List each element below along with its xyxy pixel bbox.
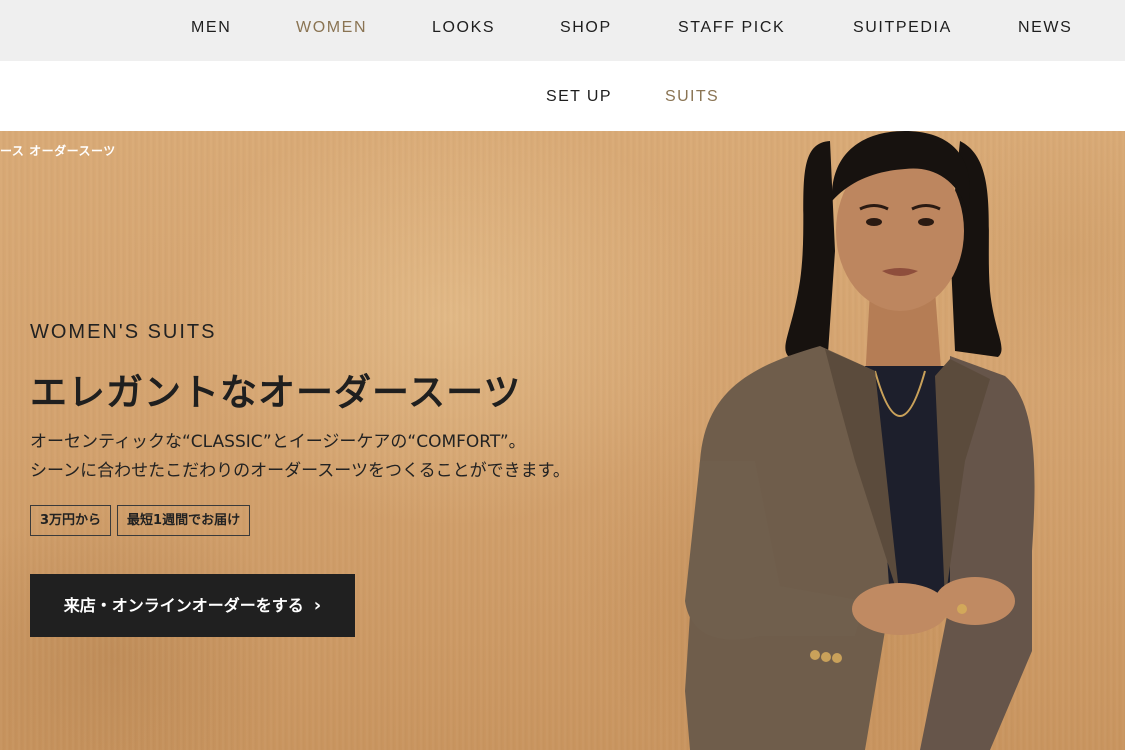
nav-item-news[interactable]: NEWS (1018, 0, 1072, 61)
nav-item-shop[interactable]: SHOP (560, 0, 612, 61)
order-cta-button[interactable]: 来店・オンラインオーダーをする › (30, 574, 355, 637)
top-nav: MEN WOMEN LOOKS SHOP STAFF PICK SUITPEDI… (0, 0, 1125, 61)
price-tag: 3万円から (30, 505, 112, 536)
nav-item-suitpedia[interactable]: SUITPEDIA (853, 0, 952, 61)
hero-headline: エレガントなオーダースーツ (30, 371, 522, 414)
nav-item-staff-pick[interactable]: STAFF PICK (678, 0, 785, 61)
hero-description-line-1: オーセンティックな“CLASSIC”とイージーケアの“COMFORT”。 (30, 432, 526, 452)
model-photo (685, 131, 1035, 750)
order-cta-label: 来店・オンラインオーダーをする (63, 596, 304, 615)
nav-item-women[interactable]: WOMEN (296, 0, 367, 61)
breadcrumb[interactable]: ース オーダースーツ (0, 142, 116, 159)
nav-item-looks[interactable]: LOOKS (432, 0, 495, 61)
chevron-right-icon: › (313, 595, 322, 616)
feature-tags: 3万円から 最短1週間でお届け (30, 505, 251, 536)
subnav-item-suits[interactable]: SUITS (665, 61, 719, 131)
sub-nav: SET UP SUITS (0, 61, 1125, 131)
delivery-tag: 最短1週間でお届け (117, 505, 251, 536)
subnav-item-set-up[interactable]: SET UP (546, 61, 612, 131)
hero-kicker: WOMEN'S SUITS (30, 321, 217, 343)
hero-banner: ース オーダースーツ WOMEN'S SUITS エレガントなオーダースーツ オ… (0, 131, 1125, 750)
nav-item-men[interactable]: MEN (191, 0, 231, 61)
hero-description: オーセンティックな“CLASSIC”とイージーケアの“COMFORT”。 シーン… (30, 428, 570, 486)
hero-description-line-2: シーンに合わせたこだわりのオーダースーツをつくることができます。 (30, 461, 570, 481)
